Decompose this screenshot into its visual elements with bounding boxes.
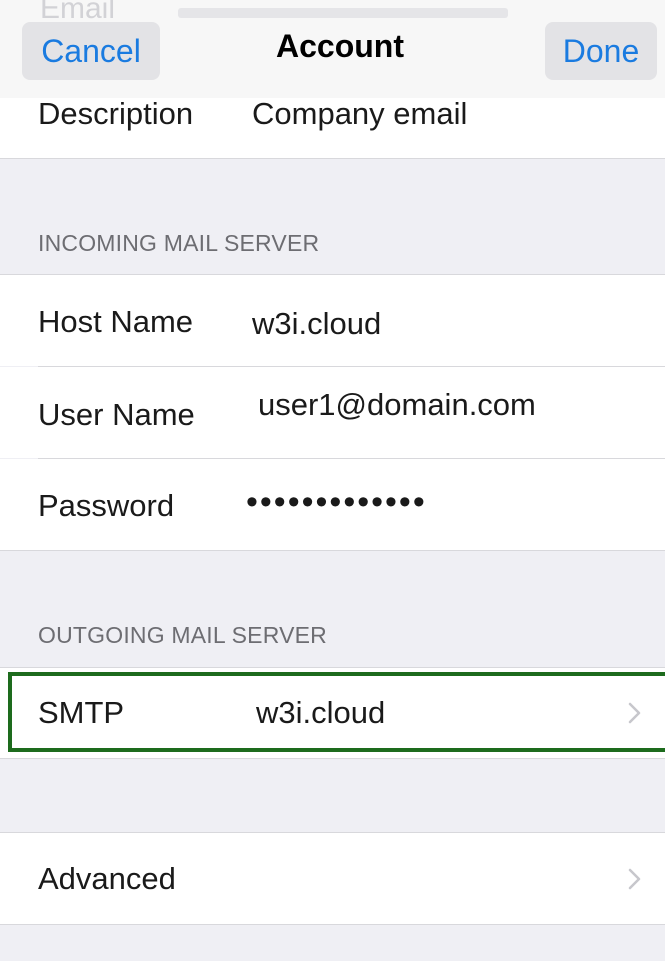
- user-name-row[interactable]: User Name user1@domain.com: [0, 367, 665, 458]
- done-button[interactable]: Done: [545, 22, 657, 80]
- cancel-button[interactable]: Cancel: [22, 22, 160, 80]
- divider: [0, 758, 665, 759]
- password-label: Password: [38, 488, 175, 523]
- password-value[interactable]: •••••••••••••: [246, 483, 427, 522]
- advanced-label: Advanced: [38, 861, 176, 896]
- user-name-label: User Name: [38, 397, 195, 432]
- host-name-row[interactable]: Host Name w3i.cloud: [0, 275, 665, 366]
- smtp-value: w3i.cloud: [256, 695, 386, 730]
- advanced-row[interactable]: Advanced: [0, 833, 665, 924]
- incoming-section-header: INCOMING MAIL SERVER: [38, 230, 320, 256]
- navigation-bar: Email Cancel Account Done: [0, 0, 665, 98]
- chevron-right-icon: [628, 868, 641, 890]
- smtp-row[interactable]: SMTP w3i.cloud: [0, 668, 665, 758]
- user-name-value[interactable]: user1@domain.com: [258, 387, 536, 423]
- page-title: Account: [276, 28, 404, 64]
- password-row[interactable]: Password •••••••••••••: [0, 459, 665, 550]
- description-label: Description: [38, 96, 194, 131]
- smtp-label: SMTP: [38, 695, 125, 730]
- host-name-label: Host Name: [38, 304, 194, 339]
- host-name-value[interactable]: w3i.cloud: [252, 306, 381, 342]
- chevron-right-icon: [628, 702, 641, 724]
- outgoing-section-header: OUTGOING MAIL SERVER: [38, 622, 327, 648]
- divider: [0, 158, 665, 159]
- description-row[interactable]: Description Company email: [0, 96, 665, 158]
- scrolled-email-value: [178, 8, 508, 18]
- divider: [0, 924, 665, 925]
- divider: [0, 550, 665, 551]
- description-value[interactable]: Company email: [252, 96, 467, 132]
